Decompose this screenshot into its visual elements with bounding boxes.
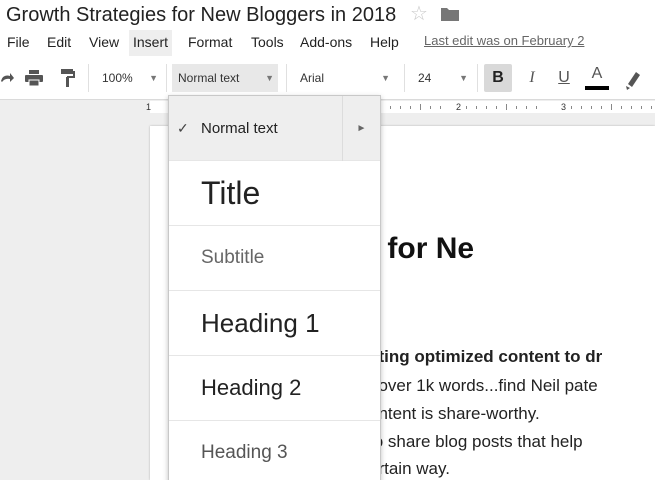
menu-insert[interactable]: Insert: [129, 30, 173, 56]
document-line[interactable]: ertain way.: [369, 459, 450, 479]
style-select[interactable]: Normal text ▼: [172, 64, 278, 92]
document-line[interactable]: t over 1k words...find Neil pate: [369, 376, 598, 396]
chevron-down-icon: ▼: [265, 73, 274, 83]
style-value: Normal text: [178, 71, 240, 85]
style-option-label: Heading 1: [201, 307, 320, 338]
folder-icon[interactable]: [441, 7, 459, 21]
style-option-subtitle[interactable]: Subtitle: [169, 226, 380, 291]
toolbar-divider: [166, 64, 167, 92]
chevron-down-icon: ▼: [149, 73, 158, 83]
style-option-heading-3[interactable]: Heading 3: [169, 421, 380, 480]
document-line[interactable]: ating optimized content to dr: [369, 347, 602, 367]
menu-help[interactable]: Help: [366, 30, 403, 56]
zoom-value: 100%: [102, 71, 133, 85]
italic-button[interactable]: I: [520, 64, 544, 92]
redo-icon[interactable]: [0, 66, 18, 90]
check-icon: ✓: [177, 120, 189, 136]
menu-addons[interactable]: Add-ons: [296, 30, 356, 56]
paint-format-icon[interactable]: [55, 66, 79, 90]
document-line[interactable]: ontent is share-worthy.: [369, 404, 540, 424]
menu-tools[interactable]: Tools: [247, 30, 288, 56]
document-title[interactable]: Growth Strategies for New Bloggers in 20…: [6, 3, 396, 27]
toolbar-divider: [477, 64, 478, 92]
font-select[interactable]: Arial ▼: [294, 64, 394, 92]
text-color-swatch: [585, 86, 609, 90]
chevron-down-icon: ▼: [381, 73, 390, 83]
style-option-heading-2[interactable]: Heading 2: [169, 356, 380, 421]
zoom-select[interactable]: 100% ▼: [96, 64, 162, 92]
menu-file[interactable]: File: [3, 30, 34, 56]
highlight-icon[interactable]: [622, 64, 644, 92]
chevron-down-icon: ▼: [459, 73, 468, 83]
text-color-button[interactable]: A: [584, 62, 610, 92]
ruler-label: 1: [146, 102, 152, 112]
submenu-arrow-icon[interactable]: ►: [342, 96, 380, 161]
style-option-label: Title: [201, 174, 261, 211]
bold-button[interactable]: B: [484, 64, 512, 92]
style-option-title[interactable]: Title: [169, 161, 380, 226]
toolbar-divider: [286, 64, 287, 92]
underline-button[interactable]: U: [552, 64, 576, 92]
style-option-heading-1[interactable]: Heading 1: [169, 291, 380, 356]
style-option-label: Subtitle: [201, 247, 265, 268]
style-option-label: Normal text: [201, 119, 278, 137]
font-value: Arial: [300, 71, 325, 85]
menu-format[interactable]: Format: [184, 30, 236, 56]
google-docs-window: Growth Strategies for New Bloggers in 20…: [0, 0, 655, 480]
style-option-label: Heading 2: [201, 375, 302, 400]
toolbar-divider: [404, 64, 405, 92]
last-edit-link[interactable]: Last edit was on February 2: [424, 30, 584, 56]
font-size-value: 24: [418, 71, 432, 85]
title-bar: Growth Strategies for New Bloggers in 20…: [0, 0, 655, 30]
text-color-letter: A: [591, 65, 603, 82]
menu-view[interactable]: View: [85, 30, 123, 56]
print-icon[interactable]: [22, 66, 46, 90]
toolbar: 100% ▼ Normal text ▼ Arial ▼ 24 ▼ B I U …: [0, 56, 655, 100]
menu-bar: File Edit View Insert Format Tools Add-o…: [0, 30, 655, 56]
toolbar-divider: [88, 64, 89, 92]
style-option-label: Heading 3: [201, 442, 288, 463]
style-option-normal-text[interactable]: ✓ Normal text ►: [169, 96, 380, 161]
font-size-select[interactable]: 24 ▼: [412, 64, 472, 92]
menu-edit[interactable]: Edit: [43, 30, 75, 56]
paragraph-style-menu: ✓ Normal text ► Title Subtitle Heading 1…: [168, 95, 381, 480]
star-icon[interactable]: ☆: [410, 4, 430, 24]
document-line[interactable]: to share blog posts that help: [369, 432, 583, 452]
ruler-ticks: [380, 104, 652, 110]
